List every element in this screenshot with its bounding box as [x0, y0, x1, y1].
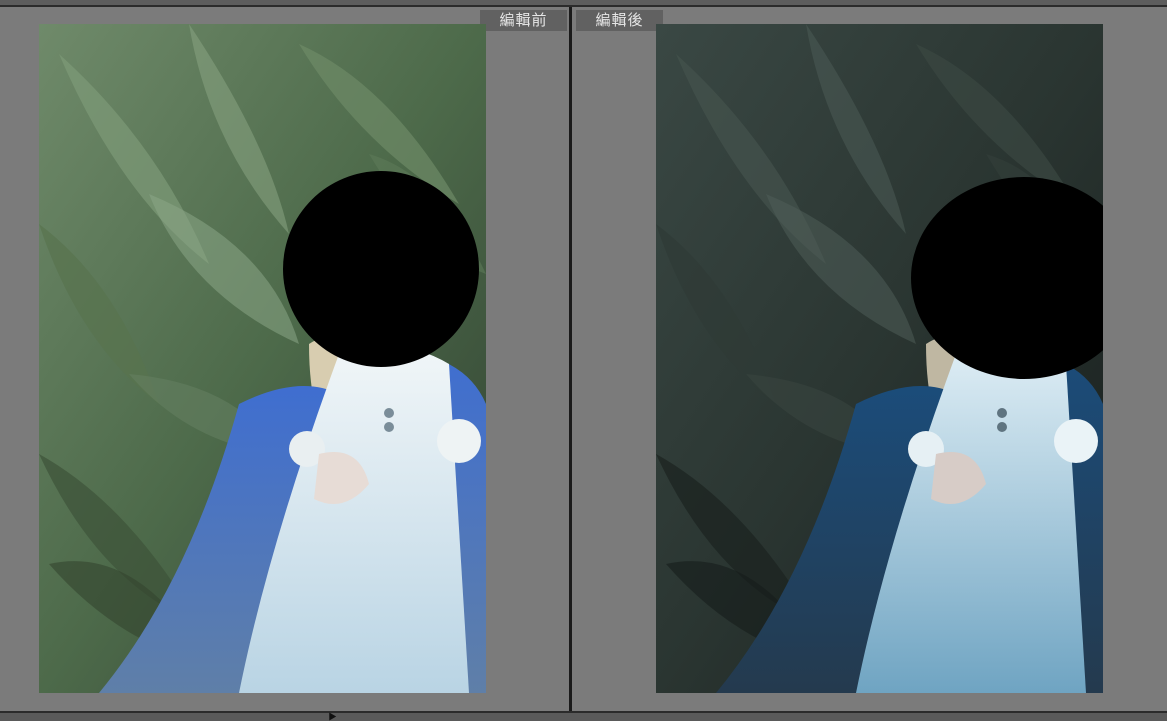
top-frame — [0, 0, 1167, 7]
after-label: 編輯後 — [576, 10, 663, 31]
before-photo-graphic — [39, 24, 486, 693]
after-photo-graphic — [656, 24, 1103, 693]
before-label: 編輯前 — [480, 10, 567, 31]
before-pane: 編輯前 — [0, 7, 569, 711]
bottom-frame — [0, 711, 1167, 721]
after-pane: 編輯後 — [572, 7, 1167, 711]
before-photo — [39, 24, 486, 693]
after-photo — [656, 24, 1103, 693]
